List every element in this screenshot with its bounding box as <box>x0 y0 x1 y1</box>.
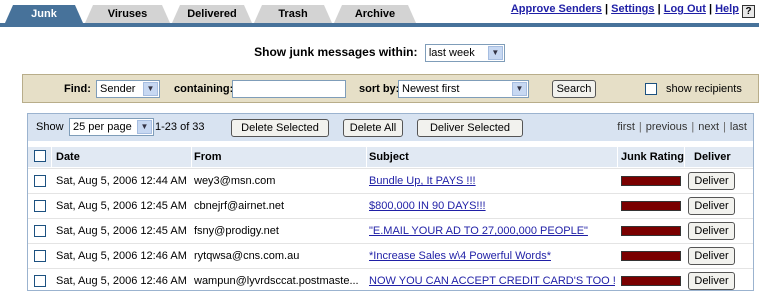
deliver-button[interactable]: Deliver <box>688 172 735 190</box>
deliver-button[interactable]: Deliver <box>688 247 735 265</box>
column-divider <box>191 147 192 167</box>
deliver-selected-button[interactable]: Deliver Selected <box>417 119 523 137</box>
search-button[interactable]: Search <box>552 80 596 98</box>
row-sender: rytqwsa@cns.com.au <box>194 250 300 262</box>
message-panel: Show 25 per page ▼ 1-23 of 33 Delete Sel… <box>27 113 754 291</box>
link-separator: | <box>604 3 609 15</box>
result-range: 1-23 of 33 <box>155 121 205 133</box>
tab-junk[interactable]: Junk <box>5 5 83 23</box>
deliver-button[interactable]: Deliver <box>688 197 735 215</box>
link-separator: | <box>657 3 661 15</box>
row-subject-link[interactable]: "E.MAIL YOUR AD TO 27,000,000 PEOPLE" <box>369 225 615 237</box>
junk-rating-bar <box>621 201 681 211</box>
table-row[interactable]: Sat, Aug 5, 2006 12:45 AM fsny@prodigy.n… <box>28 218 753 243</box>
message-toolbar: Show 25 per page ▼ 1-23 of 33 Delete Sel… <box>28 114 753 141</box>
table-row[interactable]: Sat, Aug 5, 2006 12:46 AM wampun@lyvrdsc… <box>28 268 753 293</box>
column-deliver: Deliver <box>694 151 731 163</box>
page-size-value: 25 per page <box>73 121 132 133</box>
page-size-label: Show <box>36 121 64 133</box>
date-filter-label: Show junk messages within: <box>254 45 418 60</box>
table-row[interactable]: Sat, Aug 5, 2006 12:44 AM wey3@msn.com B… <box>28 168 753 193</box>
row-checkbox[interactable] <box>34 175 46 187</box>
row-date: Sat, Aug 5, 2006 12:45 AM <box>56 225 187 237</box>
show-recipients-checkbox[interactable] <box>645 83 657 95</box>
first-page-link[interactable]: first <box>617 121 635 133</box>
deliver-button[interactable]: Deliver <box>688 222 735 240</box>
row-sender: wampun@lyvrdsccat.postmaste... <box>194 275 359 287</box>
chevron-down-icon: ▼ <box>512 82 527 96</box>
last-page-link[interactable]: last <box>730 121 747 133</box>
column-divider <box>366 147 367 167</box>
row-subject-link[interactable]: NOW YOU CAN ACCEPT CREDIT CARD'S TOO ! !… <box>369 275 615 287</box>
tab-archive[interactable]: Archive <box>334 5 416 23</box>
show-recipients-label: show recipients <box>666 83 742 95</box>
column-divider <box>51 147 52 167</box>
junk-rating-bar <box>621 276 681 286</box>
logout-link[interactable]: Log Out <box>664 3 706 15</box>
link-separator: | <box>708 3 713 15</box>
deliver-button[interactable]: Deliver <box>688 272 735 290</box>
tab-viruses[interactable]: Viruses <box>85 5 170 23</box>
sort-value: Newest first <box>402 83 460 95</box>
row-date: Sat, Aug 5, 2006 12:46 AM <box>56 250 187 262</box>
table-header: Date From Subject Junk Rating Deliver <box>28 147 753 167</box>
find-field-value: Sender <box>100 83 136 95</box>
settings-link[interactable]: Settings <box>611 3 654 15</box>
chevron-down-icon: ▼ <box>487 46 503 60</box>
find-field-select[interactable]: Sender ▼ <box>96 80 160 98</box>
row-checkbox[interactable] <box>34 200 46 212</box>
date-filter-value: last week <box>428 47 475 59</box>
row-date: Sat, Aug 5, 2006 12:46 AM <box>56 275 187 287</box>
help-icon[interactable]: ? <box>742 5 755 18</box>
junk-rating-bar <box>621 226 681 236</box>
date-filter: Show junk messages within: last week ▼ <box>0 44 759 62</box>
column-from[interactable]: From <box>194 151 222 163</box>
help-link[interactable]: Help <box>715 3 739 15</box>
column-divider <box>684 147 685 167</box>
pager: first | previous | next | last <box>617 121 747 133</box>
find-label: Find: <box>64 83 91 95</box>
pager-separator: | <box>723 121 726 133</box>
pager-separator: | <box>691 121 695 133</box>
row-sender: wey3@msn.com <box>194 175 276 187</box>
row-sender: fsny@prodigy.net <box>194 225 279 237</box>
sort-label: sort by: <box>359 83 400 95</box>
tab-delivered[interactable]: Delivered <box>172 5 252 23</box>
junk-rating-bar <box>621 176 681 186</box>
row-subject-link[interactable]: Bundle Up, It PAYS !!! <box>369 175 615 187</box>
column-date[interactable]: Date <box>56 151 80 163</box>
row-checkbox[interactable] <box>34 275 46 287</box>
next-page-link[interactable]: next <box>698 121 719 133</box>
table-row[interactable]: Sat, Aug 5, 2006 12:46 AM rytqwsa@cns.co… <box>28 243 753 268</box>
sort-select[interactable]: Newest first ▼ <box>398 80 529 98</box>
column-subject[interactable]: Subject <box>369 151 409 163</box>
delete-all-button[interactable]: Delete All <box>343 119 403 137</box>
page-size-select[interactable]: 25 per page ▼ <box>69 118 154 136</box>
tab-underline <box>0 23 759 27</box>
tab-trash[interactable]: Trash <box>254 5 332 23</box>
table-row[interactable]: Sat, Aug 5, 2006 12:45 AM cbnejrf@airnet… <box>28 193 753 218</box>
top-links: Approve Senders | Settings | Log Out | H… <box>511 3 755 18</box>
column-divider <box>617 147 618 167</box>
row-subject-link[interactable]: $800,000 IN 90 DAYS!!! <box>369 200 615 212</box>
row-checkbox[interactable] <box>34 225 46 237</box>
previous-page-link[interactable]: previous <box>646 121 688 133</box>
search-input[interactable] <box>232 80 346 98</box>
select-all-checkbox[interactable] <box>34 150 46 162</box>
row-checkbox[interactable] <box>34 250 46 262</box>
chevron-down-icon: ▼ <box>137 120 152 134</box>
approve-senders-link[interactable]: Approve Senders <box>511 3 602 15</box>
pager-separator: | <box>638 121 642 133</box>
delete-selected-button[interactable]: Delete Selected <box>231 119 329 137</box>
row-sender: cbnejrf@airnet.net <box>194 200 285 212</box>
containing-label: containing: <box>174 83 234 95</box>
date-filter-select[interactable]: last week ▼ <box>424 44 505 62</box>
row-date: Sat, Aug 5, 2006 12:45 AM <box>56 200 187 212</box>
row-subject-link[interactable]: *Increase Sales w\4 Powerful Words* <box>369 250 615 262</box>
find-bar: Find: Sender ▼ containing: sort by: Newe… <box>22 74 759 103</box>
chevron-down-icon: ▼ <box>143 82 158 96</box>
junk-rating-bar <box>621 251 681 261</box>
row-date: Sat, Aug 5, 2006 12:44 AM <box>56 175 187 187</box>
column-junk-rating: Junk Rating <box>621 151 684 163</box>
